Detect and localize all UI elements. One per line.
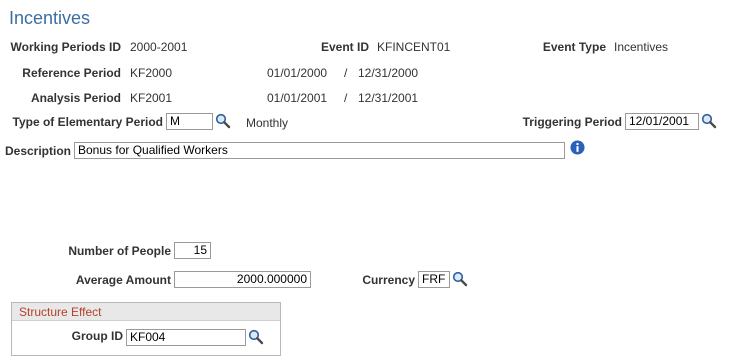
analysis-period-label: Analysis Period (30, 91, 121, 105)
event-type-label: Event Type (542, 40, 606, 54)
event-id-value: KFINCENT01 (377, 40, 451, 54)
reference-period-start: 01/01/2000 (267, 66, 328, 80)
reference-period-value: KF2000 (130, 66, 173, 80)
currency-input[interactable]: FRF (418, 271, 450, 288)
working-periods-id-label: Working Periods ID (10, 40, 121, 54)
analysis-period-start: 01/01/2001 (267, 91, 328, 105)
number-of-people-input[interactable]: 15 (174, 242, 211, 259)
group-id-label: Group ID (71, 329, 123, 343)
average-amount-label: Average Amount (75, 273, 171, 287)
event-type-value: Incentives (614, 40, 669, 54)
elementary-period-description: Monthly (246, 116, 289, 130)
analysis-period-value: KF2001 (130, 91, 173, 105)
triggering-period-label: Triggering Period (522, 115, 622, 129)
number-of-people-label: Number of People (68, 244, 171, 258)
analysis-period-separator: / (344, 91, 348, 105)
reference-period-label: Reference Period (22, 66, 121, 80)
event-id-label: Event ID (320, 40, 369, 54)
magnifier-icon[interactable] (215, 113, 231, 129)
magnifier-icon[interactable] (701, 113, 717, 129)
magnifier-icon[interactable] (248, 329, 264, 345)
description-label: Description (4, 144, 71, 158)
page-title: Incentives (9, 8, 91, 28)
reference-period-end: 12/31/2000 (358, 66, 419, 80)
description-input[interactable]: Bonus for Qualified Workers (74, 142, 565, 159)
average-amount-input[interactable]: 2000.000000 (174, 271, 311, 288)
working-periods-id-value: 2000-2001 (130, 40, 188, 54)
currency-label: Currency (362, 273, 415, 287)
info-icon[interactable] (570, 140, 585, 155)
structure-effect-title: Structure Effect (12, 303, 280, 321)
analysis-period-end: 12/31/2001 (358, 91, 419, 105)
magnifier-icon[interactable] (452, 271, 468, 287)
triggering-period-input[interactable]: 12/01/2001 (625, 113, 699, 130)
group-id-input[interactable]: KF004 (126, 329, 246, 346)
elementary-period-label: Type of Elementary Period (12, 115, 164, 129)
structure-effect-section: Structure Effect Group ID KF004 (11, 302, 281, 356)
elementary-period-input[interactable]: M (166, 113, 213, 130)
reference-period-separator: / (344, 66, 348, 80)
